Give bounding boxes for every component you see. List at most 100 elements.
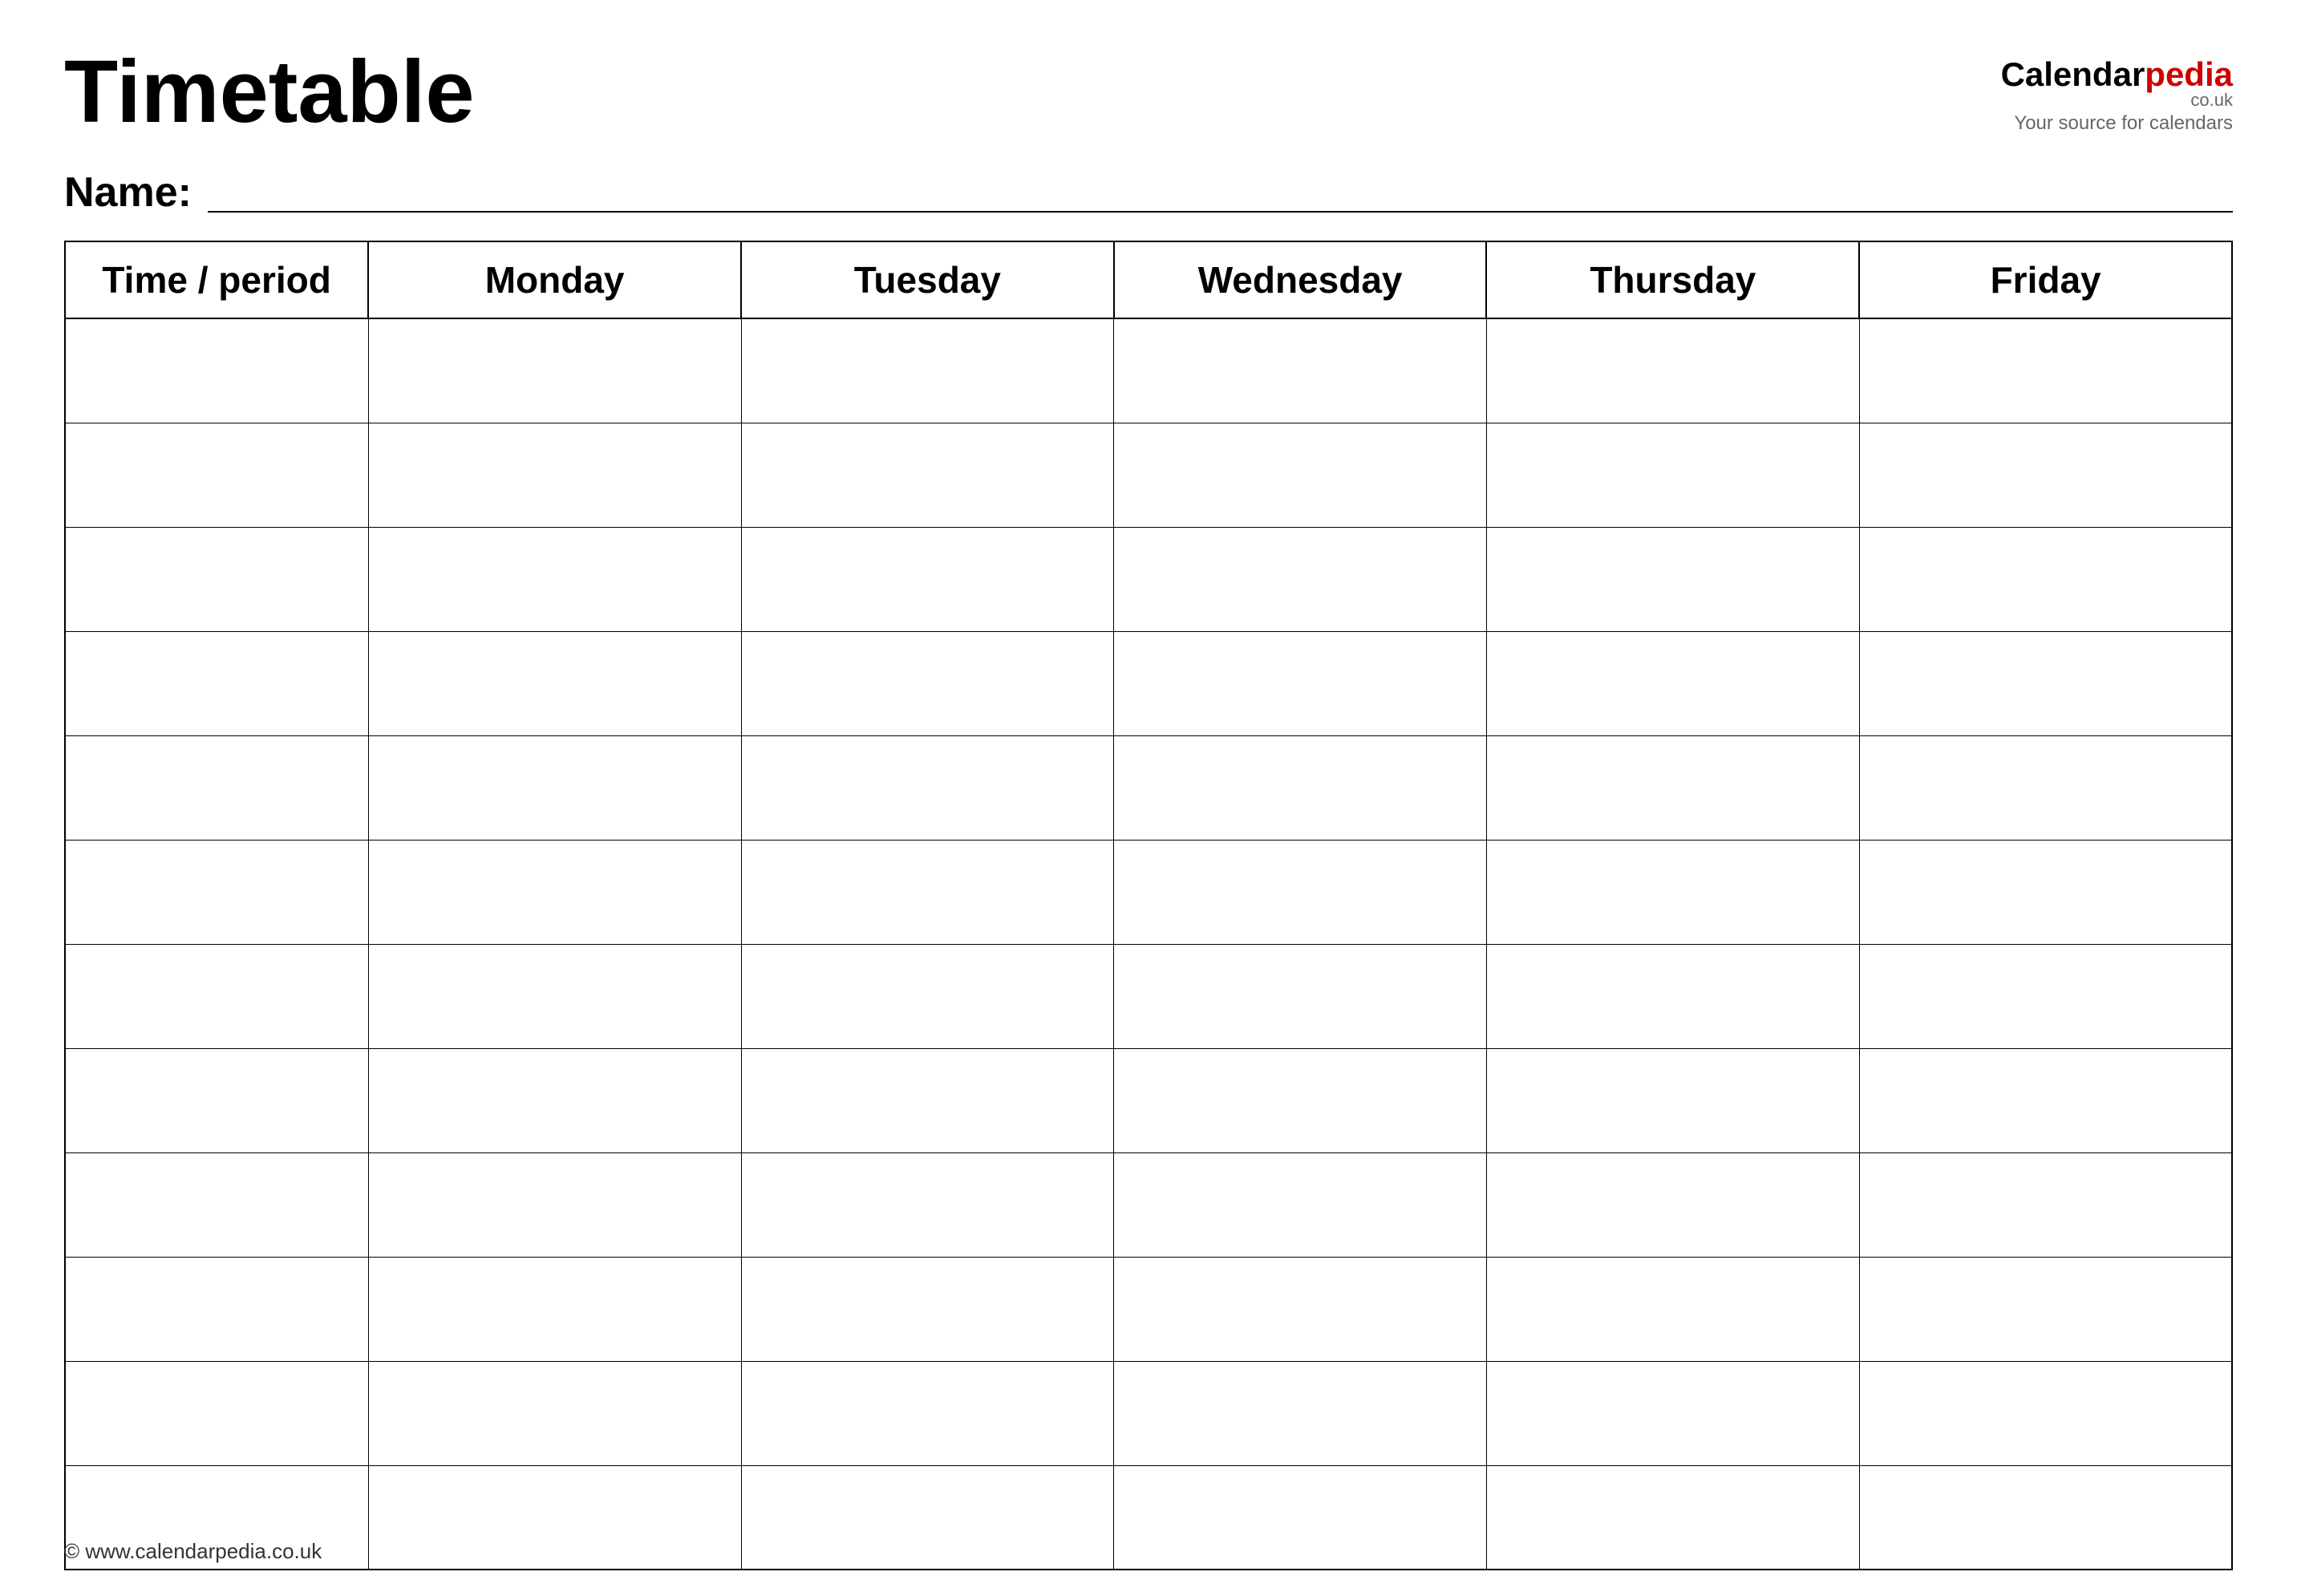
table-row xyxy=(65,527,2232,631)
day-cell[interactable] xyxy=(368,1257,741,1361)
time-cell[interactable] xyxy=(65,735,368,840)
day-cell[interactable] xyxy=(368,318,741,423)
day-cell[interactable] xyxy=(741,1361,1114,1465)
table-row xyxy=(65,944,2232,1048)
day-cell[interactable] xyxy=(368,735,741,840)
day-cell[interactable] xyxy=(1114,318,1487,423)
day-cell[interactable] xyxy=(1486,944,1859,1048)
table-row xyxy=(65,735,2232,840)
day-cell[interactable] xyxy=(368,1152,741,1257)
day-cell[interactable] xyxy=(368,944,741,1048)
table-row xyxy=(65,318,2232,423)
day-cell[interactable] xyxy=(1859,1465,2232,1570)
day-cell[interactable] xyxy=(1486,527,1859,631)
time-cell[interactable] xyxy=(65,944,368,1048)
day-cell[interactable] xyxy=(1859,423,2232,527)
day-cell[interactable] xyxy=(1486,735,1859,840)
day-cell[interactable] xyxy=(1859,944,2232,1048)
day-cell[interactable] xyxy=(368,631,741,735)
day-cell[interactable] xyxy=(368,840,741,944)
day-cell[interactable] xyxy=(1114,1152,1487,1257)
time-cell[interactable] xyxy=(65,1048,368,1152)
day-cell[interactable] xyxy=(368,527,741,631)
logo-text: Calendarpedia xyxy=(2001,56,2233,93)
day-cell[interactable] xyxy=(741,1465,1114,1570)
day-cell[interactable] xyxy=(741,944,1114,1048)
day-cell[interactable] xyxy=(368,1361,741,1465)
table-row xyxy=(65,631,2232,735)
day-cell[interactable] xyxy=(1114,423,1487,527)
logo-container: Calendarpedia co.uk Your source for cale… xyxy=(2001,48,2233,135)
col-header-wednesday: Wednesday xyxy=(1114,241,1487,318)
day-cell[interactable] xyxy=(741,631,1114,735)
day-cell[interactable] xyxy=(1486,1361,1859,1465)
col-header-friday: Friday xyxy=(1859,241,2232,318)
name-underline xyxy=(208,172,2233,213)
day-cell[interactable] xyxy=(1486,423,1859,527)
day-cell[interactable] xyxy=(741,735,1114,840)
day-cell[interactable] xyxy=(741,840,1114,944)
day-cell[interactable] xyxy=(1114,735,1487,840)
table-header-row: Time / period Monday Tuesday Wednesday T… xyxy=(65,241,2232,318)
day-cell[interactable] xyxy=(1486,631,1859,735)
time-cell[interactable] xyxy=(65,631,368,735)
day-cell[interactable] xyxy=(1114,1257,1487,1361)
day-cell[interactable] xyxy=(741,318,1114,423)
day-cell[interactable] xyxy=(741,527,1114,631)
logo-tagline: Your source for calendars xyxy=(2014,112,2233,135)
time-cell[interactable] xyxy=(65,423,368,527)
time-cell[interactable] xyxy=(65,840,368,944)
time-cell[interactable] xyxy=(65,1361,368,1465)
col-header-time: Time / period xyxy=(65,241,368,318)
day-cell[interactable] xyxy=(1486,1048,1859,1152)
time-cell[interactable] xyxy=(65,1152,368,1257)
day-cell[interactable] xyxy=(1859,840,2232,944)
day-cell[interactable] xyxy=(1859,1361,2232,1465)
time-cell[interactable] xyxy=(65,1257,368,1361)
col-header-tuesday: Tuesday xyxy=(741,241,1114,318)
day-cell[interactable] xyxy=(1859,1257,2232,1361)
day-cell[interactable] xyxy=(1114,1361,1487,1465)
day-cell[interactable] xyxy=(1114,527,1487,631)
table-row xyxy=(65,840,2232,944)
time-cell[interactable] xyxy=(65,318,368,423)
col-header-thursday: Thursday xyxy=(1486,241,1859,318)
day-cell[interactable] xyxy=(1859,631,2232,735)
day-cell[interactable] xyxy=(1486,318,1859,423)
day-cell[interactable] xyxy=(741,1257,1114,1361)
table-row xyxy=(65,1465,2232,1570)
footer-text: © www.calendarpedia.co.uk xyxy=(64,1539,322,1563)
day-cell[interactable] xyxy=(1114,631,1487,735)
table-row xyxy=(65,1152,2232,1257)
logo-couk: co.uk xyxy=(2190,90,2233,111)
day-cell[interactable] xyxy=(1486,1152,1859,1257)
day-cell[interactable] xyxy=(1486,840,1859,944)
table-row xyxy=(65,1048,2232,1152)
footer: © www.calendarpedia.co.uk xyxy=(64,1539,322,1564)
day-cell[interactable] xyxy=(1114,1465,1487,1570)
day-cell[interactable] xyxy=(1486,1465,1859,1570)
day-cell[interactable] xyxy=(741,1152,1114,1257)
day-cell[interactable] xyxy=(368,423,741,527)
day-cell[interactable] xyxy=(1859,1048,2232,1152)
day-cell[interactable] xyxy=(1859,1152,2232,1257)
day-cell[interactable] xyxy=(1114,1048,1487,1152)
col-header-monday: Monday xyxy=(368,241,741,318)
day-cell[interactable] xyxy=(1114,944,1487,1048)
page-title: Timetable xyxy=(64,48,475,136)
logo-calendar: Calendar xyxy=(2001,55,2145,93)
day-cell[interactable] xyxy=(368,1048,741,1152)
day-cell[interactable] xyxy=(1859,735,2232,840)
day-cell[interactable] xyxy=(368,1465,741,1570)
logo-pedia: pedia xyxy=(2145,55,2233,93)
name-row: Name: xyxy=(64,168,2233,217)
day-cell[interactable] xyxy=(1486,1257,1859,1361)
day-cell[interactable] xyxy=(1114,840,1487,944)
day-cell[interactable] xyxy=(1859,318,2232,423)
day-cell[interactable] xyxy=(741,1048,1114,1152)
time-cell[interactable] xyxy=(65,527,368,631)
day-cell[interactable] xyxy=(1859,527,2232,631)
day-cell[interactable] xyxy=(741,423,1114,527)
timetable-body xyxy=(65,318,2232,1570)
timetable: Time / period Monday Tuesday Wednesday T… xyxy=(64,241,2233,1570)
